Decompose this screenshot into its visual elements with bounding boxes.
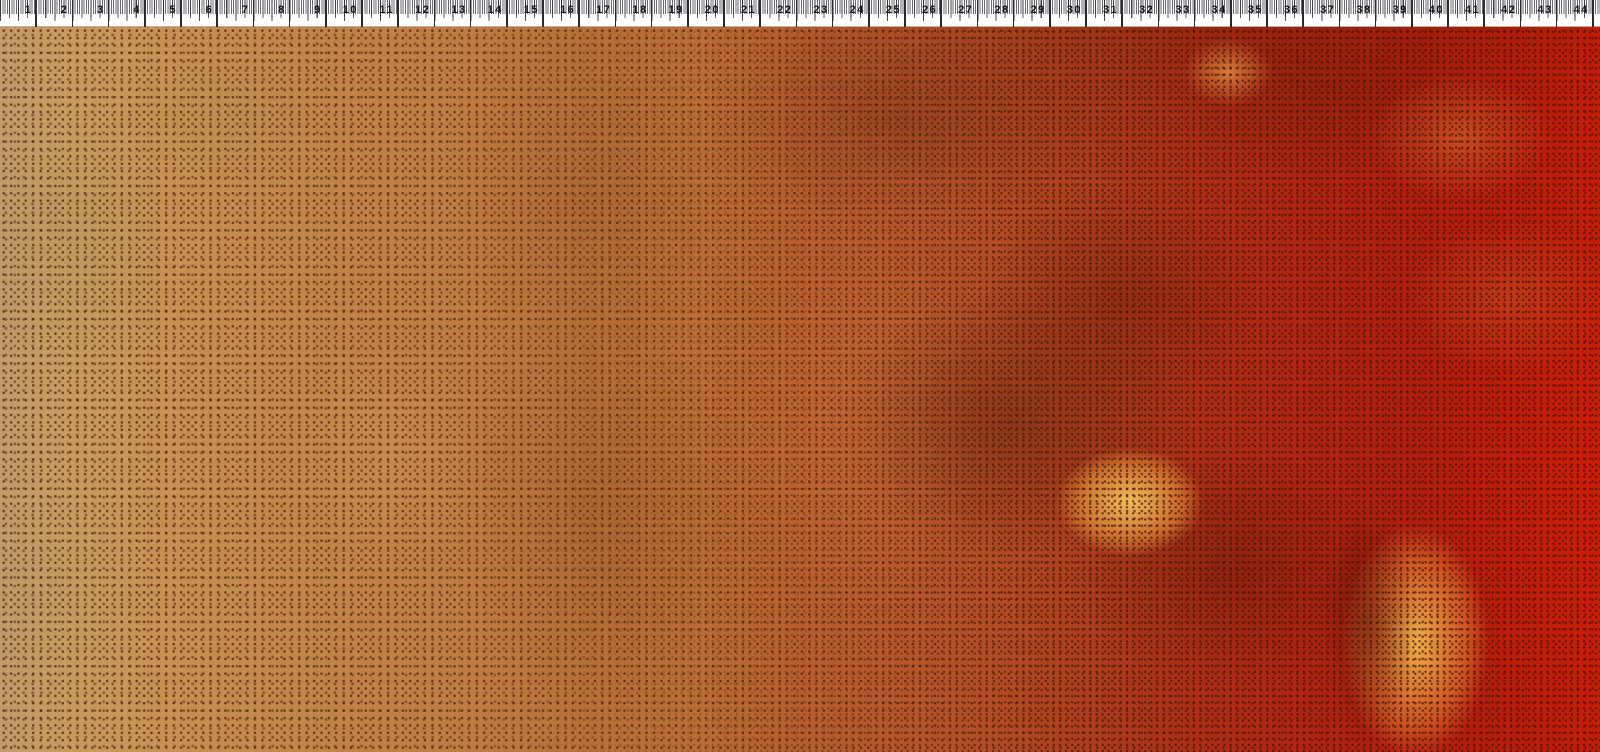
ruler-number: 34 bbox=[1195, 4, 1227, 16]
ruler-number: 30 bbox=[1050, 4, 1082, 16]
fabric-swatch bbox=[0, 27, 1600, 752]
ruler-number: 22 bbox=[760, 4, 792, 16]
ruler-number: 5 bbox=[145, 4, 177, 16]
ruler-number: 19 bbox=[652, 4, 684, 16]
ruler-number: 21 bbox=[724, 4, 756, 16]
ruler-number: 31 bbox=[1086, 4, 1118, 16]
ruler-number: 14 bbox=[471, 4, 503, 16]
ruler-number: 36 bbox=[1267, 4, 1299, 16]
ruler-number: 33 bbox=[1159, 4, 1191, 16]
ruler-number: 23 bbox=[797, 4, 829, 16]
ruler-number: 8 bbox=[254, 4, 286, 16]
ruler-number: 43 bbox=[1521, 4, 1553, 16]
ruler-number: 25 bbox=[869, 4, 901, 16]
ruler-number: 40 bbox=[1412, 4, 1444, 16]
ruler-number: 26 bbox=[905, 4, 937, 16]
ruler-number: 16 bbox=[543, 4, 575, 16]
ruler-inch-tick bbox=[1592, 0, 1594, 27]
ruler-number: 29 bbox=[1014, 4, 1046, 16]
ruler: 1234567891011121314151617181920212223242… bbox=[0, 0, 1600, 27]
ruler-number: 11 bbox=[362, 4, 394, 16]
ruler-number: 15 bbox=[507, 4, 539, 16]
ruler-number: 42 bbox=[1484, 4, 1516, 16]
ruler-number: 37 bbox=[1303, 4, 1335, 16]
ruler-number: 35 bbox=[1231, 4, 1263, 16]
ruler-number: 7 bbox=[217, 4, 249, 16]
ruler-number: 20 bbox=[688, 4, 720, 16]
ruler-number: 27 bbox=[941, 4, 973, 16]
ruler-number: 6 bbox=[181, 4, 213, 16]
ruler-number: 24 bbox=[833, 4, 865, 16]
ruler-number: 10 bbox=[326, 4, 358, 16]
fabric-product-image: 1234567891011121314151617181920212223242… bbox=[0, 0, 1600, 752]
fabric-dot-texture-dense-layer bbox=[0, 27, 1600, 752]
ruler-number: 39 bbox=[1376, 4, 1408, 16]
ruler-number: 2 bbox=[36, 4, 68, 16]
ruler-number: 44 bbox=[1557, 4, 1589, 16]
ruler-number: 3 bbox=[73, 4, 105, 16]
ruler-number: 4 bbox=[109, 4, 141, 16]
ruler-number: 13 bbox=[435, 4, 467, 16]
ruler-number: 38 bbox=[1340, 4, 1372, 16]
ruler-number: 28 bbox=[978, 4, 1010, 16]
ruler-number: 12 bbox=[398, 4, 430, 16]
ruler-number: 41 bbox=[1448, 4, 1480, 16]
ruler-number: 17 bbox=[579, 4, 611, 16]
ruler-number: 1 bbox=[0, 4, 32, 16]
ruler-number: 32 bbox=[1122, 4, 1154, 16]
ruler-number: 9 bbox=[290, 4, 322, 16]
ruler-number: 18 bbox=[616, 4, 648, 16]
